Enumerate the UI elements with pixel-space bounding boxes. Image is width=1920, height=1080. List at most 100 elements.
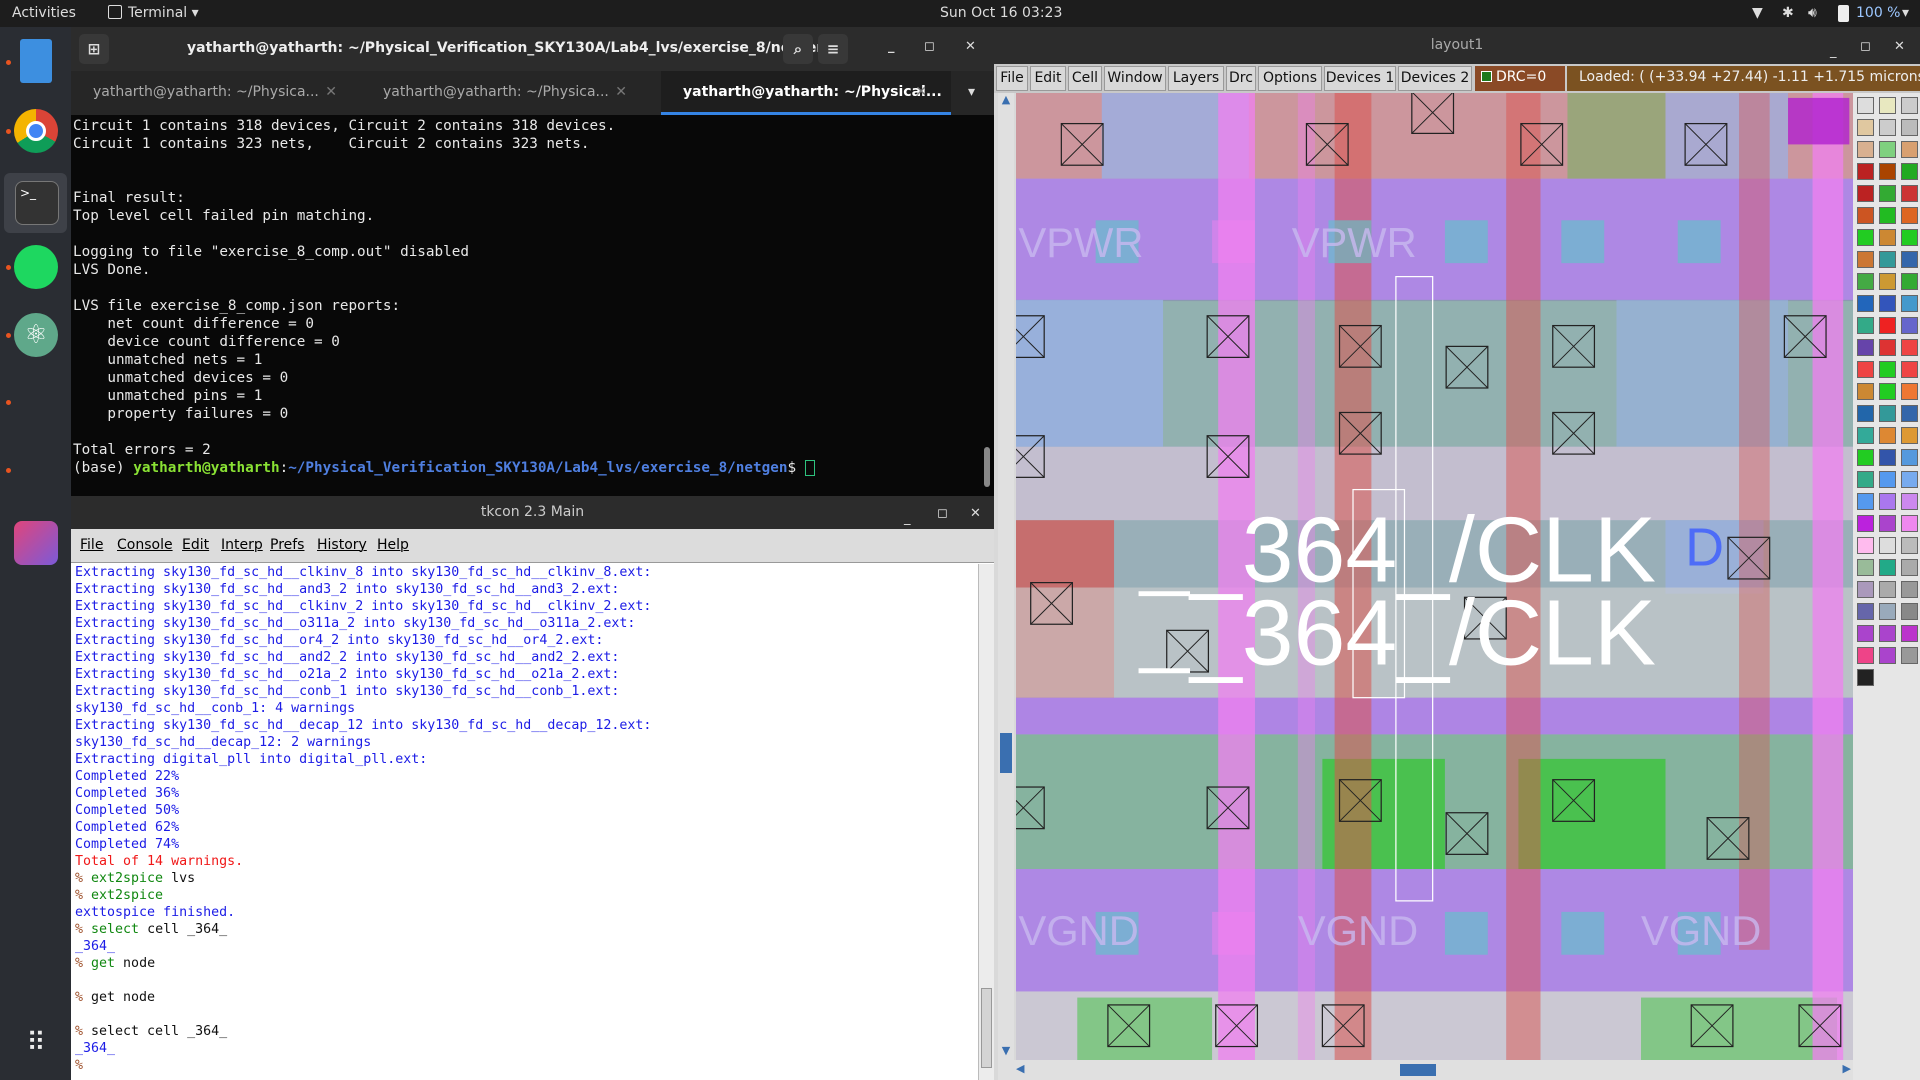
layer-swatch[interactable] (1857, 559, 1874, 576)
menu-devices-2[interactable]: Devices 2 (1398, 66, 1472, 91)
menu-console[interactable]: Console (117, 537, 173, 553)
chrome-icon[interactable] (14, 109, 58, 153)
menu-prefs[interactable]: Prefs (270, 537, 304, 553)
layer-swatch[interactable] (1879, 471, 1896, 488)
tab-3[interactable]: yatharth@yatharth: ~/Physical... ✕ (661, 71, 951, 115)
layer-swatch[interactable] (1857, 119, 1874, 136)
layer-swatch[interactable] (1901, 251, 1918, 268)
menu-options[interactable]: Options (1258, 66, 1322, 91)
layer-swatch[interactable] (1857, 493, 1874, 510)
menu-edit[interactable]: Edit (1030, 66, 1066, 91)
menu-devices-1[interactable]: Devices 1 (1324, 66, 1396, 91)
horizontal-scrollbar[interactable]: ◀ ▶ (998, 1060, 1853, 1080)
menu-help[interactable]: Help (377, 537, 409, 553)
layer-swatch[interactable] (1857, 97, 1874, 114)
layer-swatch[interactable] (1857, 141, 1874, 158)
layer-swatch[interactable] (1857, 405, 1874, 422)
wifi-icon[interactable]: ▼ (1752, 5, 1763, 21)
maximize-button[interactable]: ◻ (937, 497, 948, 530)
clock[interactable]: Sun Oct 16 03:23 (940, 5, 1062, 21)
layer-swatch[interactable] (1879, 581, 1896, 598)
layout-canvas[interactable]: VPWR VPWR VGND VGND VGND D _364_/CLK _36… (1016, 93, 1853, 1060)
terminal-app-menu[interactable]: Terminal ▾ (108, 5, 199, 21)
layer-swatch[interactable] (1879, 207, 1896, 224)
scroll-thumb[interactable] (1000, 733, 1012, 773)
layer-swatch[interactable] (1879, 647, 1896, 664)
tab-2[interactable]: yatharth@yatharth: ~/Physica... ✕ (361, 71, 651, 115)
label-364-clk[interactable]: _364_/CLK (1188, 581, 1656, 685)
layer-swatch[interactable] (1901, 119, 1918, 136)
minimize-button[interactable]: _ (888, 39, 895, 54)
layer-swatch[interactable] (1901, 581, 1918, 598)
layer-swatch[interactable] (1879, 515, 1896, 532)
layer-swatch[interactable] (1857, 383, 1874, 400)
layer-swatch[interactable] (1857, 427, 1874, 444)
scroll-up-icon[interactable]: ▲ (998, 93, 1014, 109)
layer-swatch[interactable] (1901, 273, 1918, 290)
layer-swatch[interactable] (1901, 141, 1918, 158)
layer-swatch[interactable] (1901, 625, 1918, 642)
layer-swatch[interactable] (1879, 449, 1896, 466)
layer-swatch[interactable] (1901, 449, 1918, 466)
menu-file[interactable]: File (996, 66, 1028, 91)
close-tab-icon[interactable]: ✕ (325, 84, 337, 100)
layer-swatch[interactable] (1901, 229, 1918, 246)
layer-swatch[interactable] (1901, 515, 1918, 532)
tkcon-scrollbar[interactable] (978, 564, 994, 1080)
layer-swatch[interactable] (1901, 471, 1918, 488)
menu-history[interactable]: History (317, 537, 367, 553)
layer-swatch[interactable] (1901, 339, 1918, 356)
layer-swatch[interactable] (1857, 273, 1874, 290)
tabs-dropdown-icon[interactable]: ▾ (968, 84, 975, 100)
layer-swatch[interactable] (1901, 207, 1918, 224)
layer-swatch[interactable] (1879, 273, 1896, 290)
layer-swatch[interactable] (1879, 229, 1896, 246)
layer-swatch[interactable] (1857, 449, 1874, 466)
system-menu-chevron-icon[interactable]: ▾ (1902, 5, 1909, 21)
layer-swatch[interactable] (1857, 669, 1874, 686)
layer-swatch[interactable] (1901, 383, 1918, 400)
maximize-button[interactable]: ◻ (924, 39, 935, 54)
scroll-left-icon[interactable]: ◀ (1016, 1062, 1024, 1075)
layer-swatch[interactable] (1879, 251, 1896, 268)
show-applications-icon[interactable]: ⠿ (14, 1023, 58, 1067)
layer-swatch[interactable] (1857, 207, 1874, 224)
menu-interp[interactable]: Interp (221, 537, 263, 553)
layer-swatch[interactable] (1879, 537, 1896, 554)
layer-swatch[interactable] (1901, 163, 1918, 180)
layer-swatch[interactable] (1879, 559, 1896, 576)
layer-swatch[interactable] (1879, 603, 1896, 620)
layer-swatch[interactable] (1857, 163, 1874, 180)
layer-swatch[interactable] (1901, 405, 1918, 422)
layer-swatch[interactable] (1857, 603, 1874, 620)
layer-swatch[interactable] (1879, 405, 1896, 422)
layer-swatch[interactable] (1879, 97, 1896, 114)
layer-swatch[interactable] (1857, 251, 1874, 268)
layer-swatch[interactable] (1857, 625, 1874, 642)
layer-swatch[interactable] (1857, 295, 1874, 312)
layer-swatch[interactable] (1857, 185, 1874, 202)
layer-swatch[interactable] (1857, 515, 1874, 532)
layer-swatch[interactable] (1879, 141, 1896, 158)
menu-file[interactable]: File (80, 537, 103, 553)
layer-swatch[interactable] (1901, 185, 1918, 202)
layer-swatch[interactable] (1879, 317, 1896, 334)
layer-swatch[interactable] (1901, 603, 1918, 620)
layer-swatch[interactable] (1901, 493, 1918, 510)
layer-swatch[interactable] (1857, 471, 1874, 488)
layer-swatch[interactable] (1901, 361, 1918, 378)
layer-swatch[interactable] (1879, 295, 1896, 312)
app-icon[interactable] (14, 521, 58, 565)
close-button[interactable]: ✕ (1894, 28, 1905, 65)
terminal-scrollbar[interactable] (984, 122, 990, 487)
layer-swatch[interactable] (1901, 427, 1918, 444)
layer-swatch[interactable] (1879, 427, 1896, 444)
layer-swatch[interactable] (1857, 229, 1874, 246)
close-tab-icon[interactable]: ✕ (615, 84, 627, 100)
battery-icon[interactable] (1838, 5, 1849, 22)
tkcon-console[interactable]: Extracting sky130_fd_sc_hd__clkinv_8 int… (75, 564, 974, 1074)
layer-swatch[interactable] (1857, 581, 1874, 598)
layer-swatch[interactable] (1901, 537, 1918, 554)
vertical-scrollbar[interactable]: ▲ ▼ (998, 93, 1014, 1060)
layer-swatch[interactable] (1901, 317, 1918, 334)
